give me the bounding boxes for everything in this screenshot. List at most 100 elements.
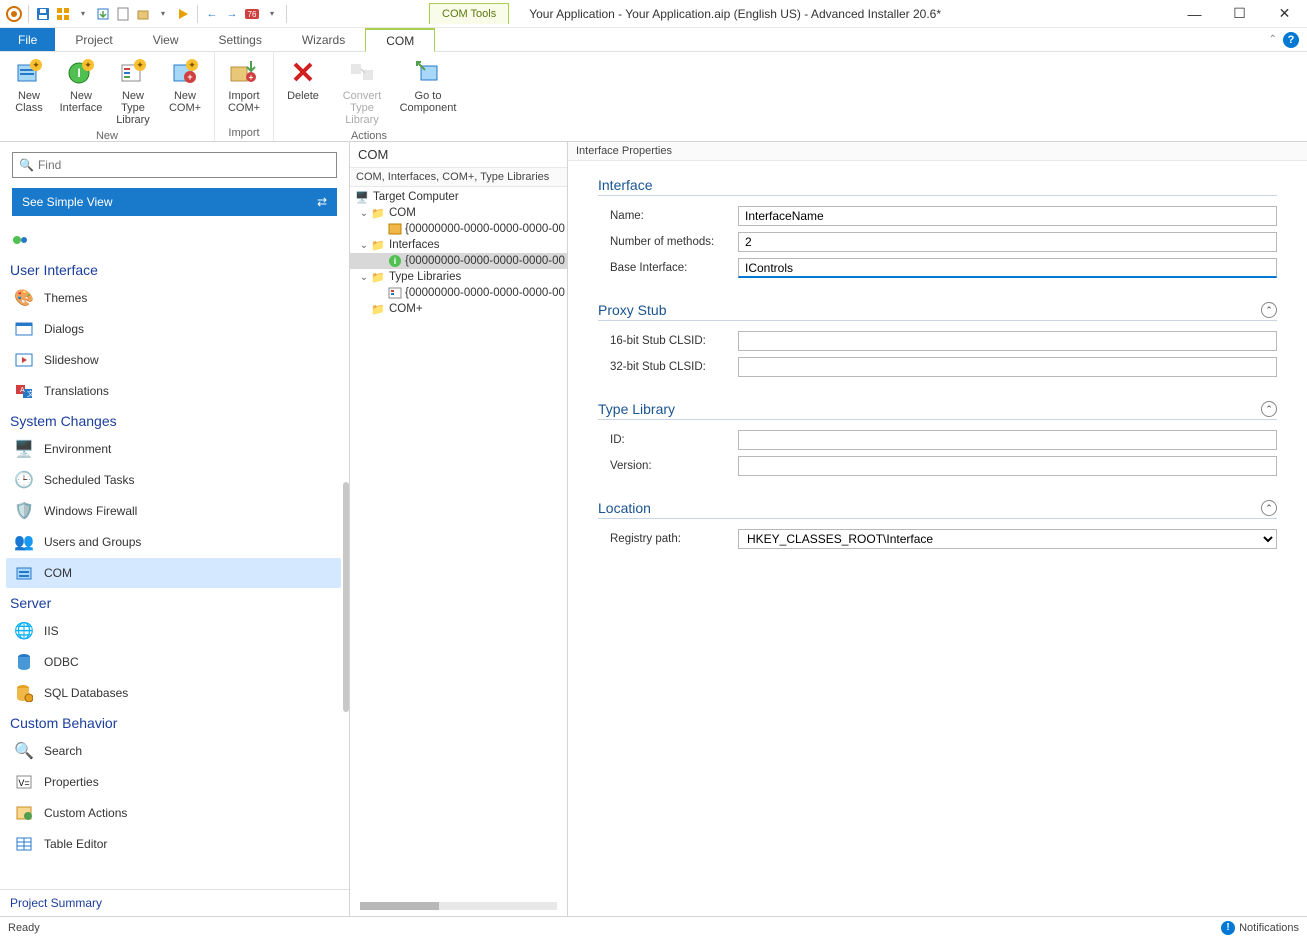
import-icon[interactable]	[95, 6, 111, 22]
nav-item-dialogs[interactable]: Dialogs	[6, 314, 341, 344]
package-icon[interactable]	[135, 6, 151, 22]
nav-item-com[interactable]: COM	[6, 558, 341, 588]
caret-down-icon[interactable]: ⌄	[358, 208, 370, 219]
tree-label: {00000000-0000-0000-0000-00	[405, 255, 565, 267]
translations-icon: A文	[14, 381, 34, 401]
save-icon[interactable]	[35, 6, 51, 22]
tab-settings[interactable]: Settings	[199, 28, 282, 51]
minimize-button[interactable]: —	[1172, 0, 1217, 28]
find-box[interactable]: 🔍	[12, 152, 337, 178]
import-com-plus-button[interactable]: + Import COM+	[219, 54, 269, 125]
nav-item-users-groups[interactable]: 👥Users and Groups	[6, 527, 341, 557]
collapse-icon[interactable]: ⌃	[1261, 302, 1277, 318]
go-to-component-button[interactable]: Go to Component	[396, 54, 460, 128]
nav-label: Users and Groups	[44, 535, 141, 549]
ribbon-label: New Interface	[60, 90, 103, 114]
page-icon[interactable]	[115, 6, 131, 22]
tab-view[interactable]: View	[133, 28, 199, 51]
nav-item-table-editor[interactable]: Table Editor	[6, 829, 341, 859]
find-input[interactable]	[34, 156, 330, 174]
nav-item-themes[interactable]: 🎨Themes	[6, 283, 341, 313]
forward-icon[interactable]: →	[224, 6, 240, 22]
new-com-plus-button[interactable]: +✦ New COM+	[160, 54, 210, 128]
project-summary-link[interactable]: Project Summary	[0, 889, 349, 916]
caret-down-icon[interactable]: ⌄	[358, 240, 370, 251]
horizontal-scrollbar[interactable]	[360, 902, 557, 910]
help-icon[interactable]: ?	[1283, 32, 1299, 48]
tl-id-input[interactable]	[738, 430, 1277, 450]
center-panel: COM COM, Interfaces, COM+, Type Librarie…	[350, 142, 568, 916]
nav-item-translations[interactable]: A文Translations	[6, 376, 341, 406]
collapse-ribbon-icon[interactable]: ⌃	[1269, 34, 1277, 45]
stub32-input[interactable]	[738, 357, 1277, 377]
tree-interfaces-node[interactable]: ⌄ 📁 Interfaces	[350, 237, 567, 253]
field-base-interface: Base Interface:	[598, 258, 1277, 278]
field-label: ID:	[598, 434, 738, 446]
nav-item-scheduled-tasks[interactable]: 🕒Scheduled Tasks	[6, 465, 341, 495]
grid-icon[interactable]	[55, 6, 71, 22]
field-num-methods: Number of methods:	[598, 232, 1277, 252]
num-methods-input[interactable]	[738, 232, 1277, 252]
section-type-library: Type Library⌃	[598, 401, 1277, 420]
simple-view-label: See Simple View	[22, 195, 113, 209]
new-interface-button[interactable]: I✦ New Interface	[56, 54, 106, 128]
stub16-input[interactable]	[738, 331, 1277, 351]
nav-label: Slideshow	[44, 353, 99, 367]
nav-item-odbc[interactable]: ODBC	[6, 647, 341, 677]
swap-icon: ⇄	[317, 195, 327, 209]
nav-label: ODBC	[44, 655, 79, 669]
collapse-icon[interactable]: ⌃	[1261, 401, 1277, 417]
new-class-button[interactable]: ✦ New Class	[4, 54, 54, 128]
play-icon[interactable]	[175, 6, 191, 22]
nav-label: IIS	[44, 624, 59, 638]
tab-com[interactable]: COM	[365, 28, 435, 52]
tl-version-input[interactable]	[738, 456, 1277, 476]
tab-file[interactable]: File	[0, 28, 55, 51]
base-interface-input[interactable]	[738, 258, 1277, 278]
collapse-icon[interactable]: ⌃	[1261, 500, 1277, 516]
notifications-label[interactable]: Notifications	[1239, 922, 1299, 934]
field-label: Number of methods:	[598, 236, 738, 248]
tree-com-plus-node[interactable]: 📁 COM+	[350, 301, 567, 317]
nav-item-custom-actions[interactable]: Custom Actions	[6, 798, 341, 828]
tree-com-node[interactable]: ⌄ 📁 COM	[350, 205, 567, 221]
delete-button[interactable]: Delete	[278, 54, 328, 128]
tree-label: COM	[389, 207, 416, 219]
close-button[interactable]: ✕	[1262, 0, 1307, 28]
tree-target-computer[interactable]: 🖥️ Target Computer	[350, 189, 567, 205]
nav-item-sql[interactable]: SQL Databases	[6, 678, 341, 708]
caret-down-icon[interactable]: ⌄	[358, 272, 370, 283]
nav-item-firewall[interactable]: 🛡️Windows Firewall	[6, 496, 341, 526]
tab-project[interactable]: Project	[55, 28, 132, 51]
notification-icon[interactable]: !	[1221, 921, 1235, 935]
tree-typelib-guid[interactable]: {00000000-0000-0000-0000-00	[350, 285, 567, 301]
nav-item-slideshow[interactable]: Slideshow	[6, 345, 341, 375]
nav-item-properties[interactable]: V=Properties	[6, 767, 341, 797]
tree-label: Type Libraries	[389, 271, 461, 283]
dropdown-caret-icon[interactable]: ▾	[75, 6, 91, 22]
name-input[interactable]	[738, 206, 1277, 226]
tree-interface-guid[interactable]: i {00000000-0000-0000-0000-00	[350, 253, 567, 269]
new-type-library-button[interactable]: ✦ New Type Library	[108, 54, 158, 128]
convert-type-library-button: Convert Type Library	[330, 54, 394, 128]
center-header: COM	[350, 142, 567, 168]
nav-item-iis[interactable]: 🌐IIS	[6, 616, 341, 646]
tab-wizards[interactable]: Wizards	[282, 28, 365, 51]
scrollbar-thumb[interactable]	[343, 482, 349, 712]
import-com-icon: +	[228, 56, 260, 88]
back-icon[interactable]: ←	[204, 6, 220, 22]
qat-customize-icon[interactable]: ▾	[264, 6, 280, 22]
tree-type-libraries-node[interactable]: ⌄ 📁 Type Libraries	[350, 269, 567, 285]
nav-item-environment[interactable]: 🖥️Environment	[6, 434, 341, 464]
badge-icon[interactable]: 76	[244, 6, 260, 22]
nav-item-partial[interactable]	[6, 225, 341, 255]
nav-category-server: Server	[6, 589, 341, 615]
simple-view-button[interactable]: See Simple View ⇄	[12, 188, 337, 216]
maximize-button[interactable]: ☐	[1217, 0, 1262, 28]
nav-item-search[interactable]: 🔍Search	[6, 736, 341, 766]
tree-com-guid[interactable]: {00000000-0000-0000-0000-00	[350, 221, 567, 237]
app-icon	[6, 6, 22, 22]
dropdown-caret-icon[interactable]: ▾	[155, 6, 171, 22]
environment-icon: 🖥️	[14, 439, 34, 459]
registry-select[interactable]: HKEY_CLASSES_ROOT\Interface	[738, 529, 1277, 549]
